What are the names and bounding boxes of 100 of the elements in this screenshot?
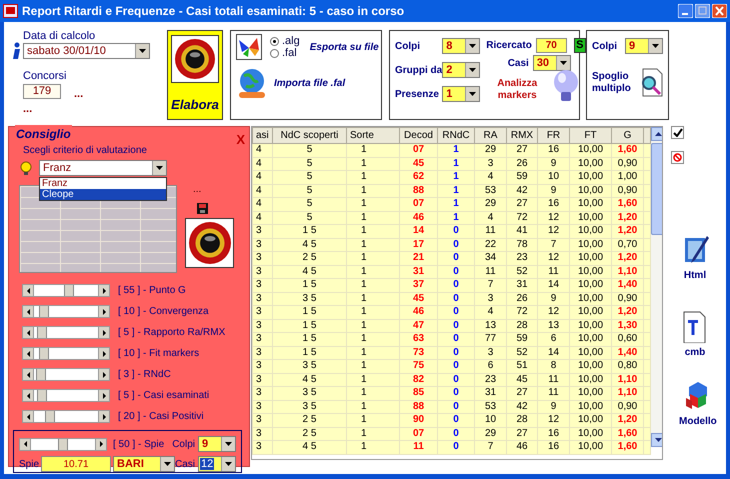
column-header[interactable]: G <box>612 128 644 144</box>
table-cell: 45 <box>400 292 438 306</box>
dropdown[interactable]: 9 <box>625 38 663 54</box>
dropdown[interactable]: 8 <box>442 38 480 54</box>
table-cell: 07 <box>400 427 438 440</box>
tool-button[interactable]: Modello <box>679 380 717 429</box>
scroll-right-button[interactable] <box>98 410 110 423</box>
slider-thumb[interactable] <box>58 438 68 450</box>
dropdown[interactable]: BARI <box>113 456 176 472</box>
elabora-button[interactable]: Elabora <box>167 30 223 120</box>
scroll-left-button[interactable] <box>22 389 34 402</box>
column-header[interactable]: RNdC <box>438 128 474 144</box>
scroll-left-button[interactable] <box>19 438 31 450</box>
more-link[interactable]: ... <box>23 104 32 114</box>
table-cell: 6 <box>474 360 506 373</box>
dropdown[interactable]: 12 <box>198 456 236 472</box>
export-button[interactable]: Esporta su file <box>310 40 379 54</box>
dropdown[interactable]: 2 <box>442 62 480 78</box>
table-cell: 29 <box>474 427 506 440</box>
table-cell: 3 <box>252 427 272 440</box>
table-cell: 1 <box>346 170 400 184</box>
import-button[interactable]: Importa file .fal <box>274 76 346 91</box>
table-cell: 9 <box>538 292 570 306</box>
slider-thumb[interactable] <box>39 348 50 359</box>
target-button[interactable] <box>185 218 234 268</box>
scroll-left-button[interactable] <box>22 326 34 339</box>
slider-thumb[interactable] <box>64 285 74 296</box>
scroll-left-button[interactable] <box>22 347 34 360</box>
table-cell: 1 <box>346 292 400 306</box>
column-header[interactable]: Decod <box>400 128 438 144</box>
dropdown[interactable]: 9 <box>198 436 236 452</box>
column-header[interactable]: NdC scoperti <box>272 128 346 144</box>
radio-option[interactable]: .alg <box>270 35 300 47</box>
column-header[interactable]: FT <box>570 128 612 144</box>
dropdown[interactable]: sabato 30/01/10 <box>23 43 150 59</box>
spie-field[interactable]: 10.71 <box>41 456 112 472</box>
slider-thumb[interactable] <box>36 327 47 338</box>
left-arrow-icon <box>26 392 30 398</box>
column-header[interactable]: RMX <box>506 128 538 144</box>
scroll-right-button[interactable] <box>98 284 110 297</box>
scroll-left-button[interactable] <box>22 368 34 381</box>
scroll-right-button[interactable] <box>95 438 107 450</box>
table-cell: 13 <box>474 319 506 332</box>
column-header[interactable]: RA <box>474 128 506 144</box>
table-cell: 14 <box>538 346 570 360</box>
table-cell: 10,00 <box>570 198 612 211</box>
table-cell: 46 <box>400 306 438 319</box>
scrollbar[interactable] <box>651 127 662 447</box>
slider-thumb[interactable] <box>44 411 55 422</box>
dropdown[interactable]: 1 <box>442 86 480 102</box>
concorsi-field[interactable]: 179 <box>23 84 61 99</box>
analyze-button[interactable]: Analizza markers <box>486 78 548 102</box>
dropdown[interactable]: Franz <box>39 160 167 176</box>
column-header[interactable]: Sorte <box>346 128 400 144</box>
spoglio-button[interactable]: Spoglio multiplo <box>592 70 635 94</box>
slider-label: [ 3 ] - RNdC <box>118 368 171 382</box>
table-cell: 47 <box>400 319 438 332</box>
table-cell: 0 <box>438 373 474 386</box>
table-cell: 16 <box>538 440 570 454</box>
table-cell: 9 <box>538 400 570 414</box>
scroll-right-button[interactable] <box>98 347 110 360</box>
radio-option[interactable]: .fal <box>270 47 300 59</box>
flag-badge: S <box>574 38 586 53</box>
table-cell: 10,00 <box>570 427 612 440</box>
scroll-left-button[interactable] <box>22 305 34 318</box>
column-header[interactable]: FR <box>538 128 570 144</box>
list-option[interactable]: Franz <box>40 178 166 189</box>
slider-thumb[interactable] <box>36 390 47 401</box>
table-cell: 1 <box>346 386 400 400</box>
scroll-right-button[interactable] <box>98 305 110 318</box>
caret-icon <box>469 68 476 72</box>
table-cell: 0 <box>438 319 474 332</box>
scroll-left-button[interactable] <box>22 284 34 297</box>
dropdown[interactable]: 30 <box>532 55 571 71</box>
table-cell: 10,00 <box>570 157 612 170</box>
table-cell: 4 <box>252 170 272 184</box>
scroll-right-button[interactable] <box>98 368 110 381</box>
scroll-right-button[interactable] <box>98 389 110 402</box>
list-option[interactable]: Cleope <box>40 189 166 200</box>
field-label: Data di calcolo <box>23 30 96 42</box>
table-cell: 10,00 <box>570 386 612 400</box>
more-link[interactable]: ... <box>74 89 84 99</box>
scroll-left-button[interactable] <box>22 410 34 423</box>
slider-thumb[interactable] <box>39 306 50 317</box>
table-cell: 29 <box>474 144 506 157</box>
table-cell: 5 <box>272 144 346 157</box>
tool-button[interactable]: cmb <box>679 311 711 360</box>
left-arrow-icon <box>26 308 30 314</box>
table-cell: 46 <box>400 211 438 224</box>
table-cell: 10,00 <box>570 292 612 306</box>
table-cell: 2 5 <box>272 427 346 440</box>
more-link[interactable]: ... <box>193 185 202 195</box>
ricercato-field[interactable]: 70 <box>536 38 567 53</box>
table-cell: 0 <box>438 238 474 252</box>
panel-title: Consiglio <box>15 125 72 143</box>
scroll-right-button[interactable] <box>98 326 110 339</box>
tool-button[interactable]: Html <box>679 234 711 283</box>
column-header[interactable]: asi <box>252 128 272 144</box>
table-cell: 1,30 <box>612 319 644 332</box>
slider-thumb[interactable] <box>36 369 46 380</box>
